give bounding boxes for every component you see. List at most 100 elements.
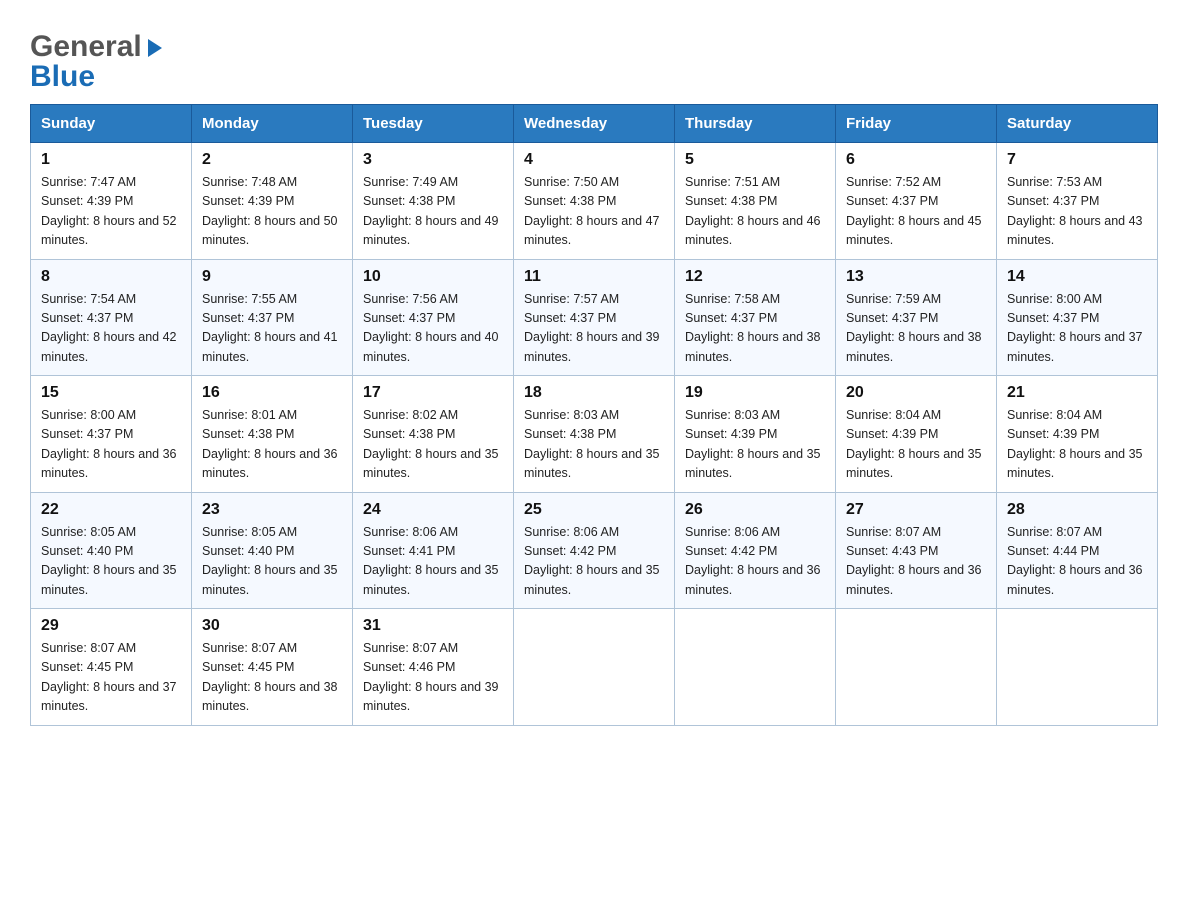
day-info: Sunrise: 8:04 AMSunset: 4:39 PMDaylight:… xyxy=(1007,406,1147,484)
day-info: Sunrise: 7:47 AMSunset: 4:39 PMDaylight:… xyxy=(41,173,181,251)
calendar-cell: 30 Sunrise: 8:07 AMSunset: 4:45 PMDayligh… xyxy=(192,609,353,726)
calendar-week-row: 1 Sunrise: 7:47 AMSunset: 4:39 PMDaylight… xyxy=(31,143,1158,260)
day-number: 22 xyxy=(41,501,181,519)
calendar-cell: 13Sunrise: 7:59 AMSunset: 4:37 PMDayligh… xyxy=(836,259,997,376)
day-number: 19 xyxy=(685,384,825,402)
calendar-table: SundayMondayTuesdayWednesdayThursdayFrid… xyxy=(30,104,1158,726)
weekday-header-friday: Friday xyxy=(836,105,997,143)
day-info: Sunrise: 8:07 AMSunset: 4:43 PMDaylight:… xyxy=(846,523,986,601)
day-number: 17 xyxy=(363,384,503,402)
day-number: 2 xyxy=(202,151,342,169)
calendar-cell: 31Sunrise: 8:07 AMSunset: 4:46 PMDayligh… xyxy=(353,609,514,726)
calendar-cell: 15 Sunrise: 8:00 AMSunset: 4:37 PMDayligh… xyxy=(31,376,192,493)
calendar-cell xyxy=(514,609,675,726)
day-info: Sunrise: 7:55 AMSunset: 4:37 PMDaylight:… xyxy=(202,290,342,368)
day-info: Sunrise: 8:07 AMSunset: 4:45 PMDaylight:… xyxy=(41,639,181,717)
page-header: General Blue xyxy=(30,20,1158,94)
calendar-cell: 19 Sunrise: 8:03 AMSunset: 4:39 PMDayligh… xyxy=(675,376,836,493)
day-number: 1 xyxy=(41,151,181,169)
day-number: 26 xyxy=(685,501,825,519)
day-info: Sunrise: 8:01 AMSunset: 4:38 PMDaylight:… xyxy=(202,406,342,484)
calendar-cell xyxy=(675,609,836,726)
day-info: Sunrise: 7:50 AMSunset: 4:38 PMDaylight:… xyxy=(524,173,664,251)
day-info: Sunrise: 7:53 AMSunset: 4:37 PMDaylight:… xyxy=(1007,173,1147,251)
day-number: 23 xyxy=(202,501,342,519)
calendar-cell: 12Sunrise: 7:58 AMSunset: 4:37 PMDayligh… xyxy=(675,259,836,376)
weekday-header-wednesday: Wednesday xyxy=(514,105,675,143)
day-number: 29 xyxy=(41,617,181,635)
logo-blue: Blue xyxy=(30,60,95,94)
calendar-cell: 27 Sunrise: 8:07 AMSunset: 4:43 PMDayligh… xyxy=(836,492,997,609)
day-number: 27 xyxy=(846,501,986,519)
calendar-cell: 21 Sunrise: 8:04 AMSunset: 4:39 PMDayligh… xyxy=(997,376,1158,493)
calendar-cell: 8 Sunrise: 7:54 AMSunset: 4:37 PMDaylight… xyxy=(31,259,192,376)
calendar-cell: 10Sunrise: 7:56 AMSunset: 4:37 PMDayligh… xyxy=(353,259,514,376)
day-info: Sunrise: 8:03 AMSunset: 4:38 PMDaylight:… xyxy=(524,406,664,484)
day-info: Sunrise: 8:03 AMSunset: 4:39 PMDaylight:… xyxy=(685,406,825,484)
day-number: 11 xyxy=(524,268,664,286)
day-number: 14 xyxy=(1007,268,1147,286)
calendar-cell xyxy=(836,609,997,726)
day-number: 8 xyxy=(41,268,181,286)
day-number: 13 xyxy=(846,268,986,286)
weekday-header-sunday: Sunday xyxy=(31,105,192,143)
day-number: 21 xyxy=(1007,384,1147,402)
day-info: Sunrise: 8:06 AMSunset: 4:42 PMDaylight:… xyxy=(524,523,664,601)
day-info: Sunrise: 8:05 AMSunset: 4:40 PMDaylight:… xyxy=(41,523,181,601)
day-number: 24 xyxy=(363,501,503,519)
calendar-cell: 7 Sunrise: 7:53 AMSunset: 4:37 PMDaylight… xyxy=(997,143,1158,260)
day-info: Sunrise: 8:04 AMSunset: 4:39 PMDaylight:… xyxy=(846,406,986,484)
calendar-cell: 6 Sunrise: 7:52 AMSunset: 4:37 PMDaylight… xyxy=(836,143,997,260)
calendar-cell: 3 Sunrise: 7:49 AMSunset: 4:38 PMDaylight… xyxy=(353,143,514,260)
day-number: 16 xyxy=(202,384,342,402)
calendar-cell: 25 Sunrise: 8:06 AMSunset: 4:42 PMDayligh… xyxy=(514,492,675,609)
day-info: Sunrise: 7:49 AMSunset: 4:38 PMDaylight:… xyxy=(363,173,503,251)
day-info: Sunrise: 8:00 AMSunset: 4:37 PMDaylight:… xyxy=(1007,290,1147,368)
day-info: Sunrise: 8:07 AMSunset: 4:45 PMDaylight:… xyxy=(202,639,342,717)
day-number: 10 xyxy=(363,268,503,286)
day-number: 28 xyxy=(1007,501,1147,519)
weekday-header-thursday: Thursday xyxy=(675,105,836,143)
day-number: 20 xyxy=(846,384,986,402)
day-number: 3 xyxy=(363,151,503,169)
day-info: Sunrise: 8:00 AMSunset: 4:37 PMDaylight:… xyxy=(41,406,181,484)
calendar-cell: 23 Sunrise: 8:05 AMSunset: 4:40 PMDayligh… xyxy=(192,492,353,609)
day-info: Sunrise: 8:05 AMSunset: 4:40 PMDaylight:… xyxy=(202,523,342,601)
day-info: Sunrise: 8:07 AMSunset: 4:44 PMDaylight:… xyxy=(1007,523,1147,601)
calendar-cell: 24 Sunrise: 8:06 AMSunset: 4:41 PMDayligh… xyxy=(353,492,514,609)
calendar-cell: 20 Sunrise: 8:04 AMSunset: 4:39 PMDayligh… xyxy=(836,376,997,493)
day-info: Sunrise: 8:06 AMSunset: 4:42 PMDaylight:… xyxy=(685,523,825,601)
logo-general: General xyxy=(30,30,142,64)
day-info: Sunrise: 7:58 AMSunset: 4:37 PMDaylight:… xyxy=(685,290,825,368)
calendar-cell: 18 Sunrise: 8:03 AMSunset: 4:38 PMDayligh… xyxy=(514,376,675,493)
calendar-cell: 29 Sunrise: 8:07 AMSunset: 4:45 PMDayligh… xyxy=(31,609,192,726)
calendar-cell: 26 Sunrise: 8:06 AMSunset: 4:42 PMDayligh… xyxy=(675,492,836,609)
day-info: Sunrise: 7:57 AMSunset: 4:37 PMDaylight:… xyxy=(524,290,664,368)
calendar-cell: 14 Sunrise: 8:00 AMSunset: 4:37 PMDayligh… xyxy=(997,259,1158,376)
calendar-cell: 22 Sunrise: 8:05 AMSunset: 4:40 PMDayligh… xyxy=(31,492,192,609)
day-number: 30 xyxy=(202,617,342,635)
calendar-cell: 9Sunrise: 7:55 AMSunset: 4:37 PMDaylight… xyxy=(192,259,353,376)
logo-arrow-icon xyxy=(144,37,166,59)
day-number: 18 xyxy=(524,384,664,402)
day-info: Sunrise: 8:02 AMSunset: 4:38 PMDaylight:… xyxy=(363,406,503,484)
day-number: 5 xyxy=(685,151,825,169)
day-info: Sunrise: 8:06 AMSunset: 4:41 PMDaylight:… xyxy=(363,523,503,601)
day-number: 15 xyxy=(41,384,181,402)
calendar-cell: 1 Sunrise: 7:47 AMSunset: 4:39 PMDaylight… xyxy=(31,143,192,260)
calendar-header-row: SundayMondayTuesdayWednesdayThursdayFrid… xyxy=(31,105,1158,143)
calendar-week-row: 8 Sunrise: 7:54 AMSunset: 4:37 PMDaylight… xyxy=(31,259,1158,376)
day-number: 7 xyxy=(1007,151,1147,169)
calendar-cell: 11 Sunrise: 7:57 AMSunset: 4:37 PMDayligh… xyxy=(514,259,675,376)
weekday-header-monday: Monday xyxy=(192,105,353,143)
day-number: 6 xyxy=(846,151,986,169)
calendar-cell: 5 Sunrise: 7:51 AMSunset: 4:38 PMDaylight… xyxy=(675,143,836,260)
day-info: Sunrise: 7:52 AMSunset: 4:37 PMDaylight:… xyxy=(846,173,986,251)
day-info: Sunrise: 7:54 AMSunset: 4:37 PMDaylight:… xyxy=(41,290,181,368)
weekday-header-saturday: Saturday xyxy=(997,105,1158,143)
weekday-header-tuesday: Tuesday xyxy=(353,105,514,143)
day-info: Sunrise: 7:51 AMSunset: 4:38 PMDaylight:… xyxy=(685,173,825,251)
day-number: 25 xyxy=(524,501,664,519)
calendar-cell: 17 Sunrise: 8:02 AMSunset: 4:38 PMDayligh… xyxy=(353,376,514,493)
calendar-cell: 16 Sunrise: 8:01 AMSunset: 4:38 PMDayligh… xyxy=(192,376,353,493)
